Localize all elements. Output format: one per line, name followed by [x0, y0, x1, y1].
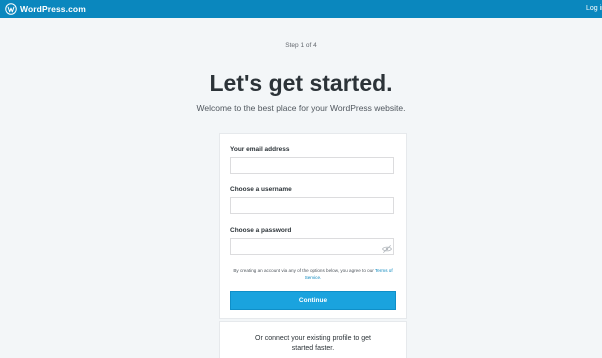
page-title: Let's get started. [209, 70, 393, 96]
email-input[interactable] [230, 157, 394, 174]
brand-name: WordPress.com [20, 4, 86, 14]
username-input[interactable] [230, 197, 394, 214]
email-label: Your email address [230, 146, 290, 153]
login-link[interactable]: Log in [586, 3, 602, 15]
password-label: Choose a password [230, 227, 292, 234]
connect-profile-card: Or connect your existing profile to get … [220, 322, 406, 358]
terms-text: By creating an account via any of the op… [233, 268, 374, 273]
connect-line-1: Or connect your existing profile to get [255, 335, 371, 342]
password-input[interactable] [230, 238, 394, 255]
connect-line-2: started faster. [291, 345, 335, 352]
brand[interactable]: WordPress.com [5, 2, 86, 16]
username-label: Choose a username [230, 186, 292, 193]
step-indicator: Step 1 of 4 [285, 42, 317, 49]
signup-form: Your email address Choose a username Cho… [220, 134, 406, 318]
page-subtitle: Welcome to the best place for your WordP… [196, 103, 406, 113]
continue-button[interactable]: Continue [230, 291, 396, 310]
top-bar: WordPress.com Log in [0, 0, 602, 18]
terms-notice: By creating an account via any of the op… [230, 267, 396, 281]
wordpress-logo-icon [5, 3, 17, 15]
eye-slash-icon[interactable] [382, 245, 392, 253]
connect-profile-text: Or connect your existing profile to get … [220, 334, 406, 354]
